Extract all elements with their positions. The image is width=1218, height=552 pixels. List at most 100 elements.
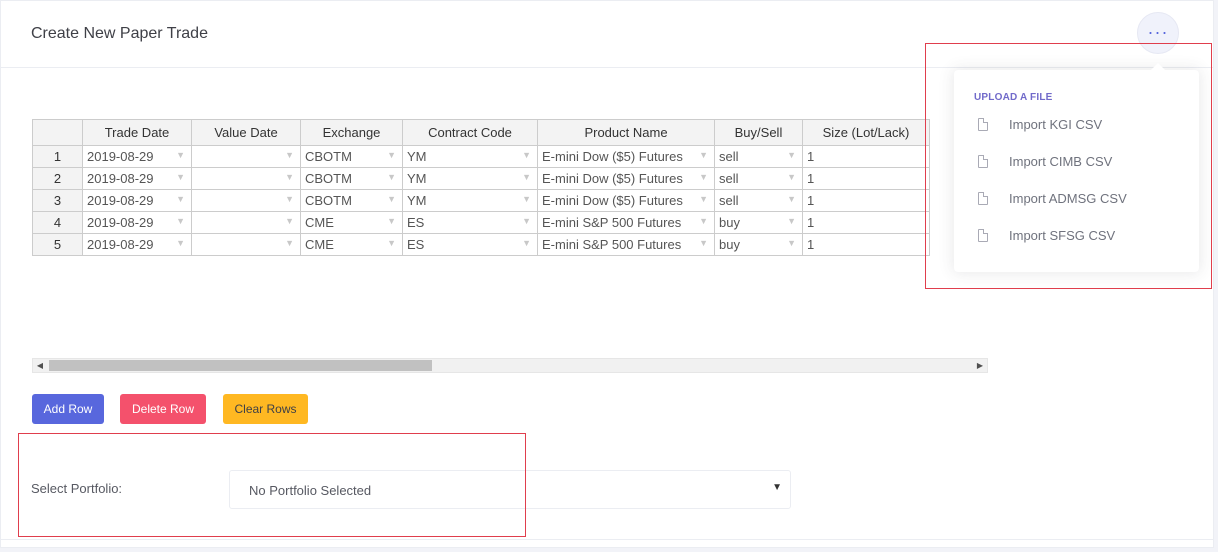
cell-value-date[interactable]: ▼: [191, 145, 301, 168]
cell-contract-code[interactable]: YM ▼: [402, 189, 538, 212]
cell-size[interactable]: 1: [802, 167, 930, 190]
dropdown-caret-icon[interactable]: ▼: [387, 216, 396, 226]
dropdown-caret-icon[interactable]: ▼: [285, 150, 294, 160]
import-cimb-csv-item[interactable]: Import CIMB CSV: [974, 153, 1184, 177]
dropdown-caret-icon[interactable]: ▼: [176, 172, 185, 182]
cell-exchange[interactable]: CME ▼: [300, 211, 403, 234]
clear-rows-button[interactable]: Clear Rows: [223, 394, 308, 424]
column-header-t[interactable]: T: [929, 119, 930, 146]
cell-size[interactable]: 1: [802, 233, 930, 256]
scroll-left-arrow-icon[interactable]: ◀: [33, 360, 47, 372]
column-header-index[interactable]: [32, 119, 83, 146]
more-options-button[interactable]: ···: [1137, 12, 1179, 54]
cell-buy-sell[interactable]: buy ▼: [714, 211, 803, 234]
cell-t[interactable]: [929, 233, 930, 256]
cell-exchange[interactable]: CBOTM ▼: [300, 167, 403, 190]
dropdown-caret-icon[interactable]: ▼: [285, 216, 294, 226]
cell-contract-code[interactable]: YM ▼: [402, 145, 538, 168]
row-number[interactable]: 5: [32, 233, 83, 256]
dropdown-caret-icon[interactable]: ▼: [285, 172, 294, 182]
dropdown-caret-icon[interactable]: ▼: [387, 194, 396, 204]
dropdown-caret-icon[interactable]: ▼: [176, 150, 185, 160]
dropdown-caret-icon[interactable]: ▼: [522, 238, 531, 248]
cell-size[interactable]: 1: [802, 211, 930, 234]
dropdown-caret-icon[interactable]: ▼: [176, 238, 185, 248]
cell-value: CME: [305, 215, 334, 230]
dropdown-caret-icon[interactable]: ▼: [285, 238, 294, 248]
dropdown-caret-icon[interactable]: ▼: [787, 194, 796, 204]
cell-buy-sell[interactable]: sell ▼: [714, 189, 803, 212]
cell-t[interactable]: [929, 211, 930, 234]
portfolio-select[interactable]: No Portfolio Selected ▼: [229, 470, 791, 509]
row-number[interactable]: 3: [32, 189, 83, 212]
cell-trade-date[interactable]: 2019-08-29 ▼: [82, 167, 192, 190]
cell-trade-date[interactable]: 2019-08-29 ▼: [82, 189, 192, 212]
table-row: 1 2019-08-29 ▼ ▼ CBOTM ▼ YM ▼ E-mini Dow ($5) Fu…: [32, 145, 930, 168]
dropdown-caret-icon[interactable]: ▼: [699, 172, 708, 182]
cell-buy-sell[interactable]: buy ▼: [714, 233, 803, 256]
add-row-button[interactable]: Add Row: [32, 394, 104, 424]
cell-size[interactable]: 1: [802, 189, 930, 212]
column-header-trade-date[interactable]: Trade Date: [82, 119, 192, 146]
dropdown-caret-icon[interactable]: ▼: [387, 150, 396, 160]
cell-size[interactable]: 1: [802, 145, 930, 168]
cell-product-name[interactable]: E-mini Dow ($5) Futures ▼: [537, 167, 715, 190]
cell-product-name[interactable]: E-mini S&P 500 Futures ▼: [537, 233, 715, 256]
scrollbar-thumb[interactable]: [49, 360, 432, 371]
cell-trade-date[interactable]: 2019-08-29 ▼: [82, 233, 192, 256]
cell-trade-date[interactable]: 2019-08-29 ▼: [82, 145, 192, 168]
dropdown-caret-icon[interactable]: ▼: [699, 194, 708, 204]
row-number[interactable]: 4: [32, 211, 83, 234]
dropdown-caret-icon[interactable]: ▼: [522, 216, 531, 226]
dropdown-caret-icon[interactable]: ▼: [285, 194, 294, 204]
column-header-exchange[interactable]: Exchange: [300, 119, 403, 146]
import-admsg-csv-item[interactable]: Import ADMSG CSV: [974, 190, 1184, 214]
cell-trade-date[interactable]: 2019-08-29 ▼: [82, 211, 192, 234]
cell-value: E-mini Dow ($5) Futures: [542, 149, 683, 164]
dropdown-caret-icon[interactable]: ▼: [176, 216, 185, 226]
cell-buy-sell[interactable]: sell ▼: [714, 167, 803, 190]
dropdown-caret-icon[interactable]: ▼: [176, 194, 185, 204]
scroll-right-arrow-icon[interactable]: ▶: [973, 360, 987, 372]
dropdown-caret-icon[interactable]: ▼: [387, 238, 396, 248]
dropdown-caret-icon[interactable]: ▼: [787, 238, 796, 248]
cell-exchange[interactable]: CBOTM ▼: [300, 189, 403, 212]
cell-value-date[interactable]: ▼: [191, 211, 301, 234]
cell-t[interactable]: [929, 145, 930, 168]
dropdown-caret-icon[interactable]: ▼: [699, 238, 708, 248]
cell-t[interactable]: [929, 167, 930, 190]
column-header-size[interactable]: Size (Lot/Lack): [802, 119, 930, 146]
dropdown-caret-icon[interactable]: ▼: [699, 216, 708, 226]
dropdown-caret-icon[interactable]: ▼: [387, 172, 396, 182]
cell-value-date[interactable]: ▼: [191, 167, 301, 190]
dropdown-caret-icon[interactable]: ▼: [522, 150, 531, 160]
dropdown-caret-icon[interactable]: ▼: [787, 150, 796, 160]
dropdown-caret-icon[interactable]: ▼: [522, 172, 531, 182]
cell-contract-code[interactable]: YM ▼: [402, 167, 538, 190]
cell-product-name[interactable]: E-mini S&P 500 Futures ▼: [537, 211, 715, 234]
dropdown-caret-icon[interactable]: ▼: [699, 150, 708, 160]
column-header-value-date[interactable]: Value Date: [191, 119, 301, 146]
column-header-buy-sell[interactable]: Buy/Sell: [714, 119, 803, 146]
import-sfsg-csv-item[interactable]: Import SFSG CSV: [974, 227, 1184, 251]
delete-row-button[interactable]: Delete Row: [120, 394, 206, 424]
cell-contract-code[interactable]: ES ▼: [402, 211, 538, 234]
cell-t[interactable]: [929, 189, 930, 212]
import-kgi-csv-item[interactable]: Import KGI CSV: [974, 116, 1184, 140]
dropdown-caret-icon[interactable]: ▼: [787, 216, 796, 226]
cell-exchange[interactable]: CBOTM ▼: [300, 145, 403, 168]
cell-value-date[interactable]: ▼: [191, 189, 301, 212]
cell-product-name[interactable]: E-mini Dow ($5) Futures ▼: [537, 145, 715, 168]
column-header-product-name[interactable]: Product Name: [537, 119, 715, 146]
cell-value-date[interactable]: ▼: [191, 233, 301, 256]
horizontal-scrollbar[interactable]: ◀ ▶: [32, 358, 988, 373]
cell-exchange[interactable]: CME ▼: [300, 233, 403, 256]
dropdown-caret-icon[interactable]: ▼: [522, 194, 531, 204]
column-header-contract-code[interactable]: Contract Code: [402, 119, 538, 146]
row-number[interactable]: 2: [32, 167, 83, 190]
cell-product-name[interactable]: E-mini Dow ($5) Futures ▼: [537, 189, 715, 212]
row-number[interactable]: 1: [32, 145, 83, 168]
cell-buy-sell[interactable]: sell ▼: [714, 145, 803, 168]
cell-contract-code[interactable]: ES ▼: [402, 233, 538, 256]
dropdown-caret-icon[interactable]: ▼: [787, 172, 796, 182]
